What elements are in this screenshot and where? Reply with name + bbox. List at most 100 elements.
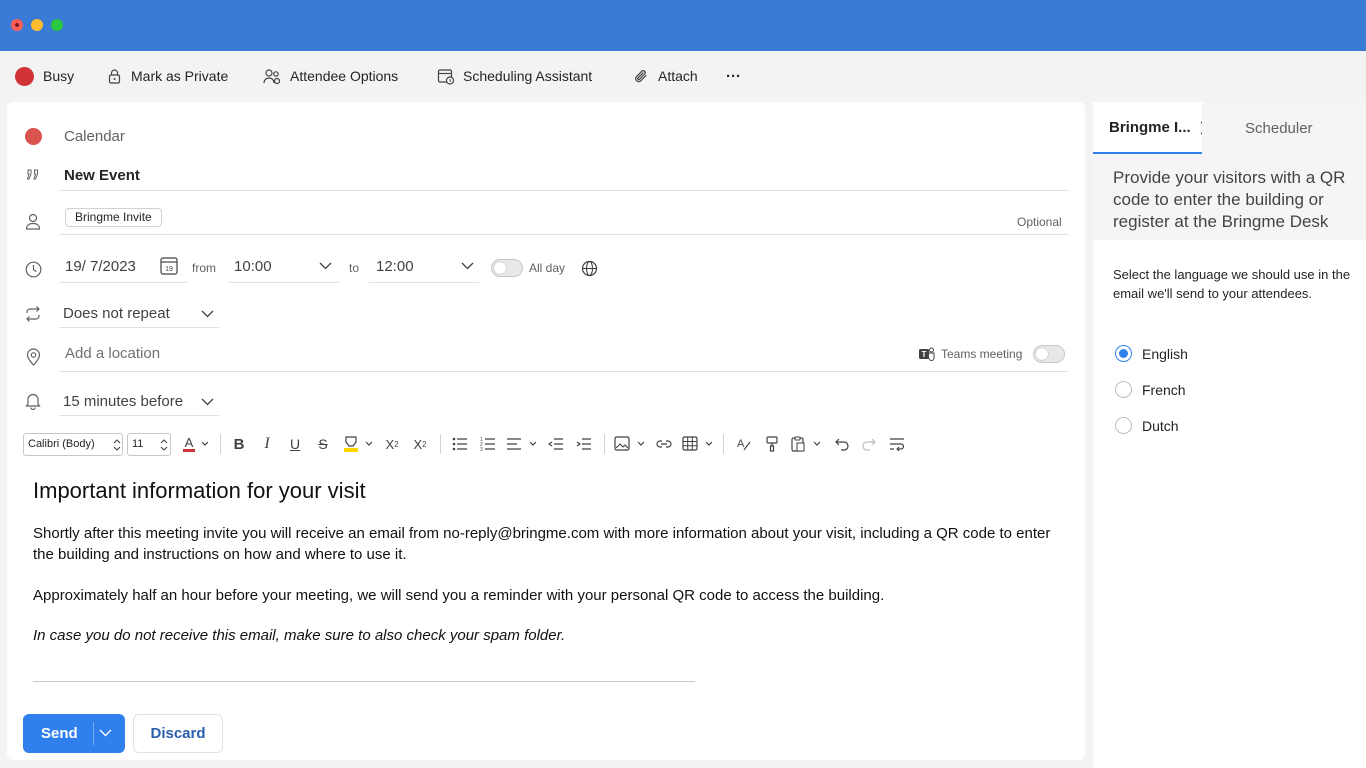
mark-private-label: Mark as Private <box>131 68 229 84</box>
tab-bringme-label: Bringme I... <box>1109 118 1191 136</box>
language-option-french[interactable]: French <box>1115 381 1186 398</box>
teams-meeting-toggle[interactable] <box>1033 345 1065 363</box>
font-color-button[interactable]: A <box>179 432 213 456</box>
font-family-select[interactable]: Calibri (Body) <box>23 433 123 456</box>
repeat-underline <box>59 327 219 328</box>
paste-button[interactable] <box>789 432 823 456</box>
highlight-button[interactable] <box>341 432 375 456</box>
bullets-button[interactable] <box>449 432 471 456</box>
attendees-underline <box>59 234 1069 235</box>
attendee-options-button[interactable]: Attendee Options <box>263 51 398 101</box>
font-color-icon: A <box>183 435 209 452</box>
toolbar-separator <box>604 434 605 454</box>
numbering-button[interactable]: 123 <box>477 432 499 456</box>
chevron-down-icon[interactable] <box>319 262 332 270</box>
toolbar-separator <box>723 434 724 454</box>
strikethrough-button[interactable]: S <box>313 432 333 456</box>
zoom-window-button[interactable] <box>51 19 63 31</box>
send-options-chevron-icon[interactable] <box>99 729 112 737</box>
attach-button[interactable]: Attach <box>633 51 698 101</box>
date-picker-icon[interactable]: 19 <box>160 256 178 275</box>
insert-picture-button[interactable] <box>613 432 647 456</box>
title-bar <box>0 0 1366 51</box>
reminder-underline <box>59 415 219 416</box>
table-icon <box>682 436 713 451</box>
reminder-dropdown[interactable]: 15 minutes before <box>63 393 183 410</box>
send-button[interactable]: Send <box>23 714 125 753</box>
close-window-button[interactable] <box>11 19 23 31</box>
toolbar-separator <box>220 434 221 454</box>
body-paragraph: Shortly after this meeting invite you wi… <box>33 525 1051 563</box>
paperclip-icon <box>635 69 647 82</box>
calendar-selector[interactable]: Calendar <box>64 128 125 145</box>
svg-text:A: A <box>185 435 194 450</box>
highlighter-icon <box>344 436 373 452</box>
bold-button[interactable]: B <box>229 432 249 456</box>
command-bar: Busy Mark as Private Attendee Options Sc… <box>0 51 1366 101</box>
undo-button[interactable] <box>831 432 853 456</box>
mark-private-button[interactable]: Mark as Private <box>106 51 228 101</box>
italic-button[interactable]: I <box>257 432 277 456</box>
radio-button[interactable] <box>1115 381 1132 398</box>
date-underline <box>59 282 187 283</box>
location-input[interactable]: Add a location <box>65 345 160 362</box>
bell-icon <box>24 392 42 410</box>
language-instruction: Select the language we should use in the… <box>1113 267 1351 301</box>
discard-button[interactable]: Discard <box>133 714 223 753</box>
title-underline <box>59 190 1069 191</box>
redo-icon <box>862 438 876 451</box>
undo-icon <box>835 438 849 451</box>
start-time-input[interactable]: 10:00 <box>234 258 272 275</box>
repeat-icon <box>24 305 42 323</box>
globe-icon[interactable] <box>581 260 598 277</box>
person-icon <box>24 212 42 230</box>
insert-link-button[interactable] <box>653 432 675 456</box>
clear-formatting-button[interactable]: A <box>733 432 755 456</box>
radio-button[interactable] <box>1115 345 1132 362</box>
tab-bringme[interactable]: Bringme I... <box>1093 102 1214 154</box>
numbered-list-icon: 123 <box>480 437 495 451</box>
bullet-list-icon <box>452 437 467 451</box>
attendee-options-label: Attendee Options <box>290 68 399 84</box>
decrease-indent-button[interactable] <box>545 432 567 456</box>
tab-scheduler-label: Scheduler <box>1245 119 1313 137</box>
language-option-dutch[interactable]: Dutch <box>1115 417 1179 434</box>
clipboard-icon <box>791 436 821 452</box>
increase-indent-button[interactable] <box>573 432 595 456</box>
stepper-icon <box>113 439 121 451</box>
event-title-input[interactable]: New Event <box>64 167 140 184</box>
end-time-input[interactable]: 12:00 <box>376 258 414 275</box>
busy-label: Busy <box>43 68 75 84</box>
scheduling-assistant-label: Scheduling Assistant <box>463 68 593 84</box>
underline-button[interactable]: U <box>285 432 305 456</box>
image-icon <box>614 436 645 451</box>
chevron-down-icon[interactable] <box>461 262 474 270</box>
scheduling-assistant-button[interactable]: Scheduling Assistant <box>437 51 592 101</box>
text-wrap-icon <box>890 438 905 451</box>
optional-attendees-link[interactable]: Optional <box>1017 215 1062 229</box>
language-option-english[interactable]: English <box>1115 345 1188 362</box>
superscript-button[interactable]: X2 <box>381 432 403 456</box>
redo-button[interactable] <box>858 432 880 456</box>
more-formatting-button[interactable] <box>886 432 908 456</box>
tab-scheduler[interactable]: Scheduler <box>1202 102 1366 154</box>
start-date-input[interactable]: 19/ 7/2023 <box>65 258 136 275</box>
chevron-down-icon[interactable] <box>201 310 214 318</box>
paintbrush-icon <box>766 436 778 452</box>
format-painter-button[interactable] <box>761 432 783 456</box>
chevron-down-icon[interactable] <box>201 398 214 406</box>
people-settings-icon <box>263 68 281 84</box>
more-options-button[interactable]: ··· <box>726 51 741 101</box>
radio-button[interactable] <box>1115 417 1132 434</box>
align-button[interactable] <box>505 432 539 456</box>
attendee-chip[interactable]: Bringme Invite <box>65 208 162 227</box>
minimize-window-button[interactable] <box>31 19 43 31</box>
quote-icon <box>24 166 42 184</box>
subscript-button[interactable]: X2 <box>409 432 431 456</box>
teams-icon: T <box>919 347 935 361</box>
lock-icon <box>108 68 121 84</box>
insert-table-button[interactable] <box>681 432 715 456</box>
all-day-toggle[interactable] <box>491 259 523 277</box>
busy-status-button[interactable]: Busy <box>15 51 74 101</box>
repeat-dropdown[interactable]: Does not repeat <box>63 305 170 322</box>
